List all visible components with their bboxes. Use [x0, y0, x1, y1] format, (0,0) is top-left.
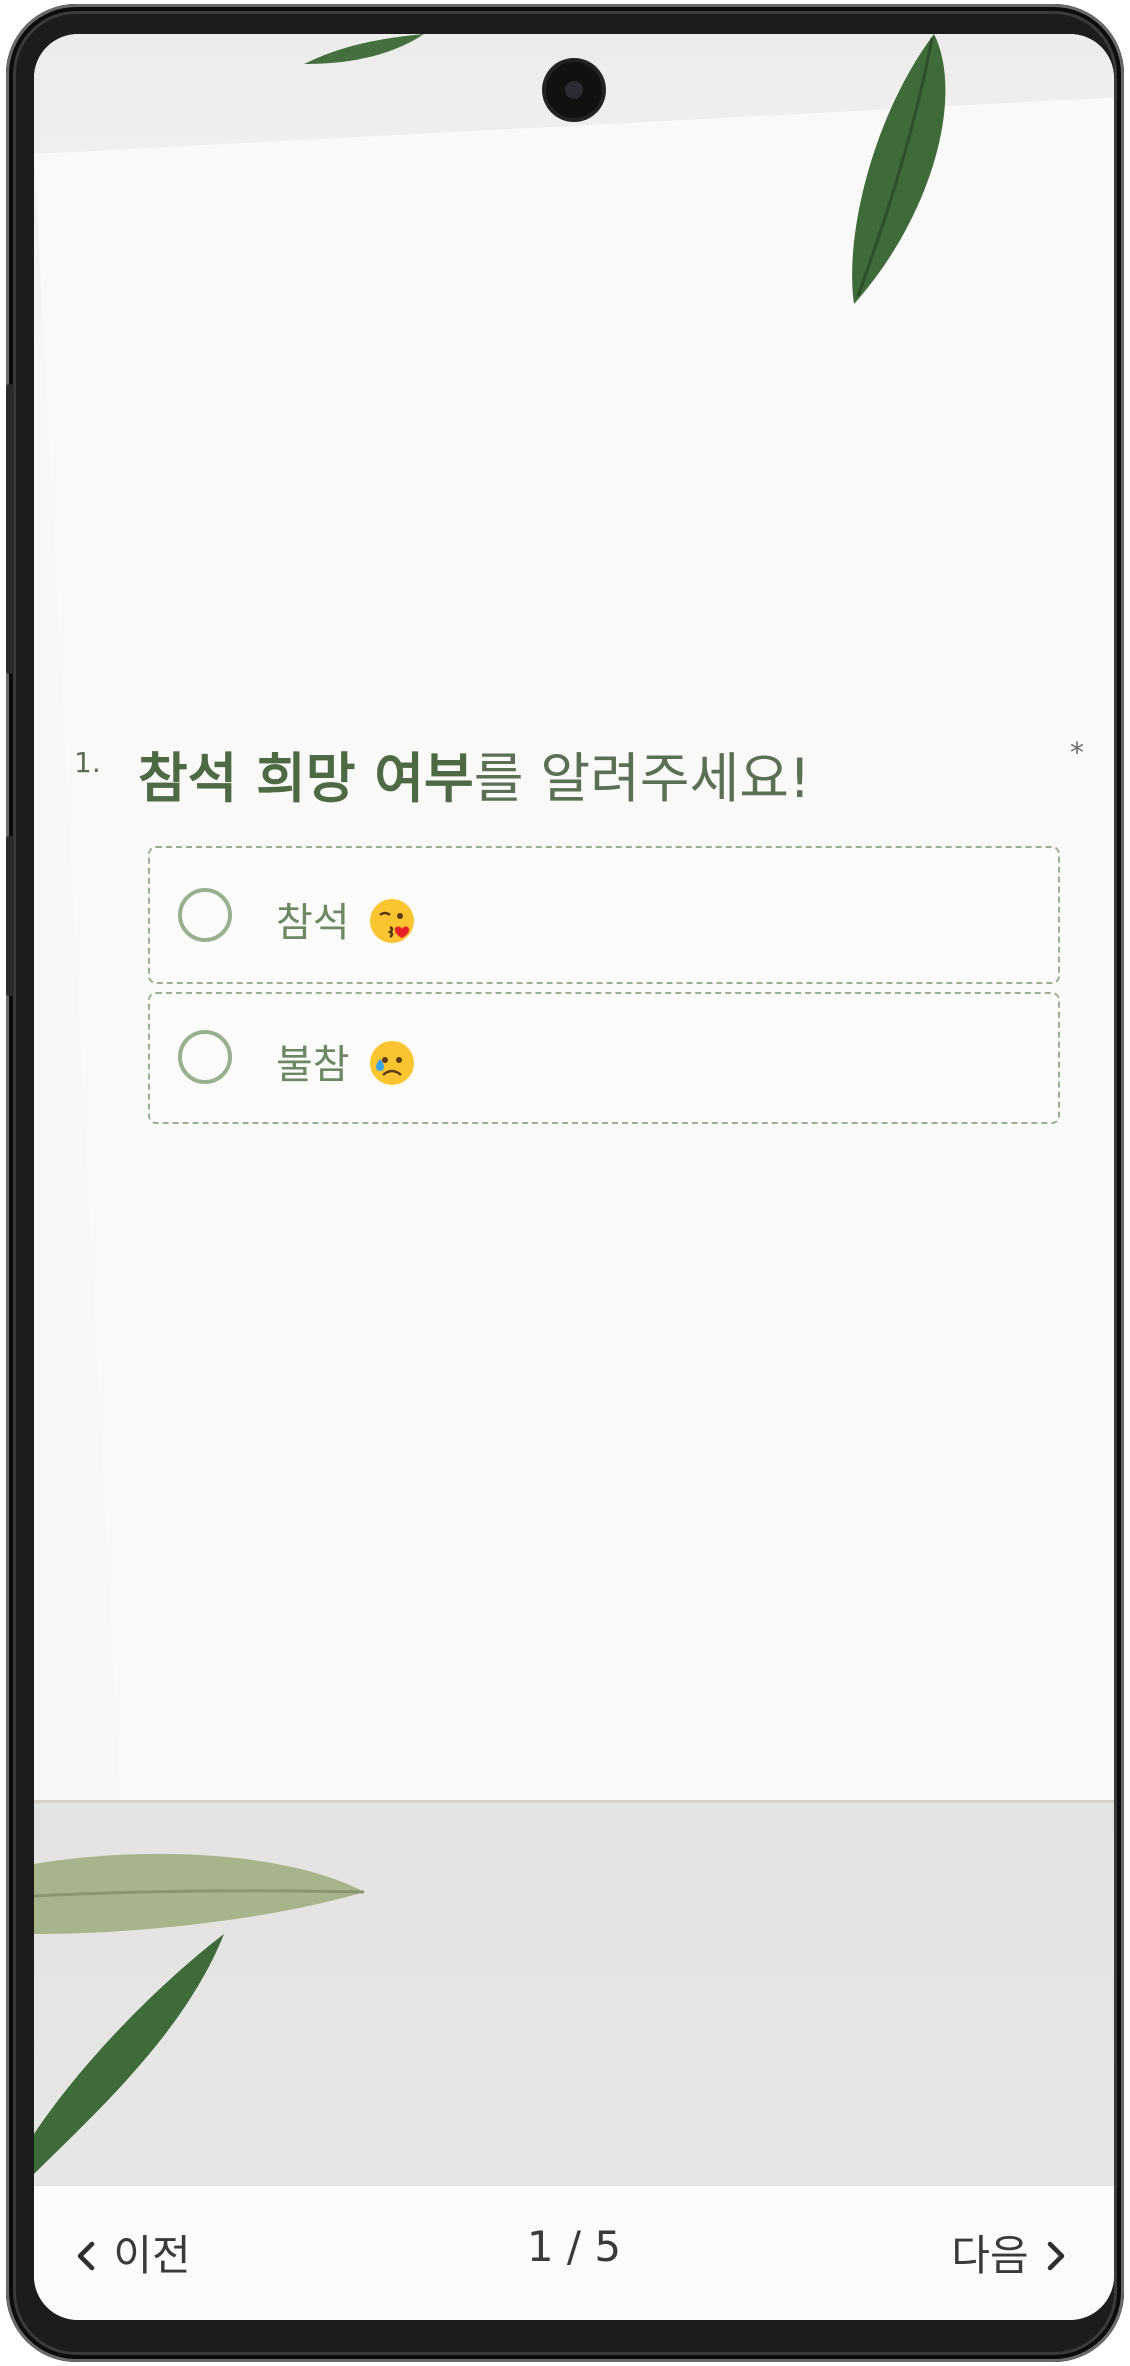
front-camera: [546, 62, 602, 118]
leaf-top-right-icon: [852, 34, 946, 304]
leaf-bottom-olive-icon: [34, 1853, 365, 1934]
bottom-navigation: 이전 1 / 5 다음: [34, 2186, 1114, 2320]
question-number: 1.: [74, 746, 101, 779]
next-button[interactable]: 다음: [951, 2222, 1070, 2283]
question-title-bold: 참석 희망 여부: [138, 747, 474, 810]
option-text: 참석: [276, 900, 350, 946]
power-button: [6, 836, 14, 996]
chevron-right-icon: [1047, 2241, 1065, 2270]
sad-sweat-emoji-icon: [369, 1041, 414, 1085]
option-label: 불참: [276, 1032, 416, 1091]
leaf-bottom-dark-icon: [34, 1934, 224, 2174]
option-text: 불참: [276, 1042, 350, 1088]
phone-frame: 1. 참석 희망 여부를 알려주세요! * 참석 불참 이전 1 / 5 다음: [6, 4, 1124, 2362]
option-label: 참석: [276, 890, 416, 949]
volume-button: [6, 384, 14, 674]
leaf-top-left-icon: [304, 34, 424, 64]
radio-button[interactable]: [178, 888, 232, 942]
question-title: 참석 희망 여부를 알려주세요!: [138, 734, 811, 813]
option-attend[interactable]: 참석: [148, 846, 1060, 984]
screen: 1. 참석 희망 여부를 알려주세요! * 참석 불참 이전 1 / 5 다음: [34, 34, 1114, 2320]
question-title-rest: 를 알려주세요!: [473, 747, 811, 810]
required-mark: *: [1070, 736, 1084, 769]
radio-button[interactable]: [178, 1030, 232, 1084]
next-label: 다음: [951, 2231, 1029, 2280]
kissing-heart-emoji-icon: [369, 899, 414, 943]
option-absent[interactable]: 불참: [148, 992, 1060, 1124]
